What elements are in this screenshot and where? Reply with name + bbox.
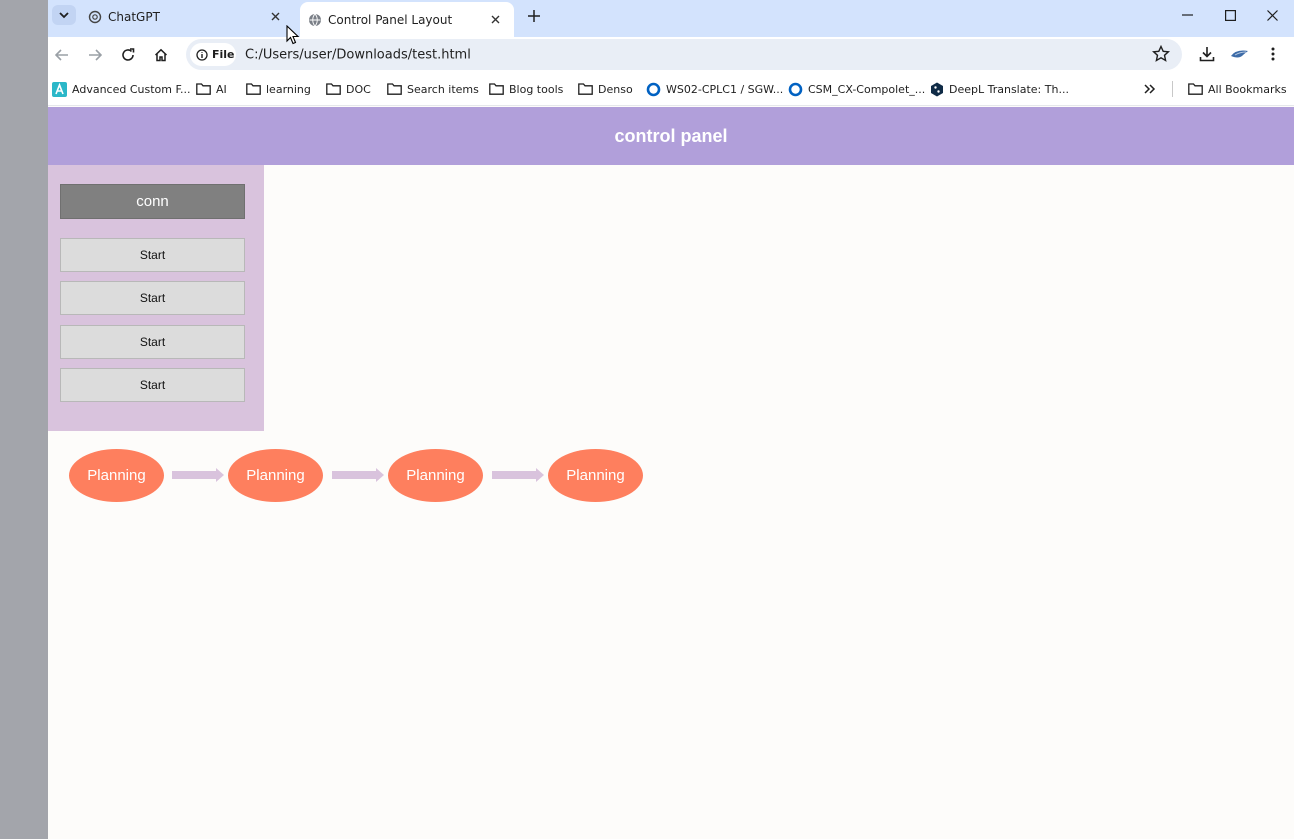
bookmarks-bar: Advanced Custom F... AI learning DOC Sea… [48, 72, 1294, 106]
ring-icon [646, 82, 661, 96]
arrow-right-icon [89, 49, 102, 61]
page-content: control panel conn Start Start Start Sta… [48, 107, 1294, 839]
flow-arrow-icon [492, 468, 544, 482]
start-button-3[interactable]: Start [60, 325, 245, 359]
start-button-1[interactable]: Start [60, 238, 245, 272]
reload-icon [122, 48, 135, 61]
flow-arrow-icon [332, 468, 384, 482]
bookmark-item[interactable]: Advanced Custom F... [52, 80, 191, 98]
maximize-icon [1224, 9, 1236, 21]
ring-icon [788, 82, 803, 96]
info-icon [196, 48, 208, 61]
folder-icon [196, 83, 211, 95]
tab-chatgpt[interactable]: ChatGPT [80, 2, 294, 31]
flow-node-planning-3: Planning [388, 449, 483, 502]
back-button[interactable] [48, 41, 76, 69]
close-window-button[interactable] [1257, 4, 1287, 26]
start-button-4[interactable]: Start [60, 368, 245, 402]
kebab-menu-icon [1271, 47, 1275, 61]
flow-arrow-icon [172, 468, 224, 482]
conn-button[interactable]: conn [60, 184, 245, 219]
maximize-button[interactable] [1215, 4, 1245, 26]
tab-title: Control Panel Layout [328, 12, 453, 27]
bookmark-item[interactable]: WS02-CPLC1 / SGW... [646, 80, 783, 98]
bookmark-folder[interactable]: Blog tools [489, 80, 563, 98]
bookmark-folder[interactable]: Denso [578, 80, 633, 98]
deepl-icon [931, 82, 943, 96]
folder-icon [489, 83, 504, 95]
site-info-chip[interactable]: File [190, 43, 236, 66]
home-button[interactable] [147, 41, 175, 69]
extension-button[interactable] [1230, 44, 1250, 64]
mouse-cursor-icon [286, 25, 300, 45]
reload-button[interactable] [114, 41, 142, 69]
page-title: control panel [614, 125, 728, 146]
browser-menu-button[interactable] [1263, 44, 1283, 64]
bookmark-folder[interactable]: Search items [387, 80, 479, 98]
downloads-button[interactable] [1197, 44, 1217, 64]
folder-icon [1188, 83, 1203, 95]
home-icon [154, 48, 168, 62]
tab-search-button[interactable] [52, 5, 76, 25]
browser-toolbar: File C:/Users/user/Downloads/test.html [48, 37, 1294, 72]
folder-icon [246, 83, 261, 95]
close-tab-icon[interactable] [488, 13, 502, 27]
globe-icon [309, 13, 321, 26]
all-bookmarks-button[interactable]: All Bookmarks [1188, 80, 1287, 98]
more-bookmarks-button[interactable] [1144, 80, 1156, 98]
address-bar[interactable]: File C:/Users/user/Downloads/test.html [186, 39, 1182, 70]
minimize-button[interactable] [1172, 4, 1202, 26]
flow-node-planning-4: Planning [548, 449, 643, 502]
bookmark-star-icon[interactable] [1152, 45, 1170, 63]
bookmark-folder[interactable]: AI [196, 80, 227, 98]
control-side-panel: conn Start Start Start Start [48, 165, 264, 431]
extension-icon [1231, 50, 1248, 58]
bookmark-item[interactable]: DeepL Translate: Th... [930, 80, 1069, 98]
tab-control-panel-layout[interactable]: Control Panel Layout [300, 2, 514, 37]
tab-title: ChatGPT [108, 9, 160, 24]
url-text[interactable]: C:/Users/user/Downloads/test.html [245, 47, 471, 62]
start-button-2[interactable]: Start [60, 281, 245, 315]
arrow-left-icon [55, 49, 68, 61]
folder-icon [578, 83, 593, 95]
close-tab-icon[interactable] [268, 10, 282, 24]
bookmark-item[interactable]: CSM_CX-Compolet_... [788, 80, 925, 98]
planning-flow: Planning Planning Planning Planning [48, 447, 748, 507]
acf-icon [52, 81, 67, 97]
folder-icon [387, 83, 402, 95]
site-chip-label: File [212, 48, 235, 61]
flow-node-planning-1: Planning [69, 449, 164, 502]
bookmark-folder[interactable]: DOC [326, 80, 371, 98]
new-tab-button[interactable] [524, 6, 544, 26]
tab-strip: ChatGPT Control Panel Layout [48, 0, 1294, 37]
minimize-icon [1181, 14, 1193, 16]
flow-node-planning-2: Planning [228, 449, 323, 502]
bookmarks-separator [1172, 81, 1173, 97]
close-icon [1266, 9, 1278, 21]
chatgpt-icon [88, 10, 102, 23]
download-icon [1199, 47, 1215, 62]
browser-window: ChatGPT Control Panel Layout File C:/Use… [48, 0, 1294, 839]
double-chevron-right-icon [1144, 84, 1156, 94]
bookmark-folder[interactable]: learning [246, 80, 311, 98]
plus-icon [528, 10, 540, 22]
chevron-down-icon [59, 11, 69, 18]
forward-button[interactable] [81, 41, 109, 69]
page-header: control panel [48, 107, 1294, 165]
folder-icon [326, 83, 341, 95]
